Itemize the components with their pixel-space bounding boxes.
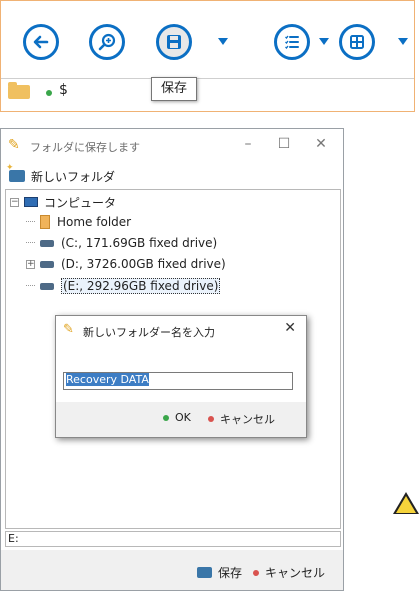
- folder-name-input[interactable]: Recovery DATA: [63, 372, 293, 390]
- tree-item-label: Home folder: [57, 215, 132, 229]
- tree-item-label: (D:, 3726.00GB fixed drive): [61, 257, 226, 271]
- back-arrow-icon: [33, 35, 49, 49]
- status-dot-icon: [46, 90, 52, 96]
- dialog-title: 新しいフォルダー名を入力: [83, 326, 215, 339]
- folder-open-icon: [197, 567, 212, 578]
- grid-icon: [350, 35, 364, 49]
- folder-name-value: Recovery DATA: [66, 373, 149, 386]
- cancel-dot-icon: [208, 416, 214, 422]
- save-icon: [167, 35, 181, 49]
- close-icon[interactable]: ✕: [284, 320, 296, 336]
- address-bar[interactable]: $: [1, 78, 414, 104]
- back-button[interactable]: [23, 24, 59, 60]
- search-icon: [98, 33, 116, 51]
- tree-item-drive-d[interactable]: + (D:, 3726.00GB fixed drive): [26, 254, 226, 274]
- save-label: 保存: [218, 566, 243, 580]
- tree-item-label: コンピュータ: [44, 195, 117, 210]
- dialog-cancel-button[interactable]: キャンセル: [208, 411, 275, 427]
- tree-item-home[interactable]: Home folder: [26, 212, 131, 232]
- tree-item-label: (C:, 171.69GB fixed drive): [61, 236, 218, 250]
- ok-label: OK: [175, 411, 191, 424]
- list-icon: [285, 35, 299, 49]
- cancel-button[interactable]: キャンセル: [253, 564, 325, 581]
- tree-item-computer[interactable]: − コンピュータ: [10, 192, 116, 212]
- grid-button[interactable]: [339, 24, 375, 60]
- app-icon: ✎: [8, 137, 20, 153]
- grid-dropdown-caret[interactable]: [398, 38, 408, 45]
- cancel-label: キャンセル: [265, 566, 326, 580]
- list-button[interactable]: [274, 24, 310, 60]
- cancel-dot-icon: [253, 569, 259, 576]
- new-folder-label: 新しいフォルダ: [31, 169, 116, 184]
- home-folder-icon: [40, 215, 50, 229]
- drive-icon: [40, 282, 54, 290]
- save-tooltip: 保存: [151, 77, 197, 101]
- title-bar: ✎ フォルダに保存します – ☐ ✕: [1, 129, 343, 161]
- window-title: フォルダに保存します: [30, 141, 140, 154]
- collapse-icon[interactable]: −: [10, 197, 19, 207]
- new-folder-dialog: ✎ 新しいフォルダー名を入力 ✕ Recovery DATA OK キャンセル: [55, 315, 307, 438]
- toolbar: $ 保存: [0, 0, 415, 112]
- computer-icon: [24, 197, 38, 207]
- tree-item-drive-c[interactable]: (C:, 171.69GB fixed drive): [26, 233, 217, 253]
- address-path: $: [59, 82, 68, 98]
- maximize-icon[interactable]: ☐: [275, 135, 293, 153]
- save-folder-window: ✎ フォルダに保存します – ☐ ✕ 新しいフォルダ − コンピュータ Home…: [0, 128, 344, 591]
- ok-dot-icon: [163, 414, 169, 421]
- app-icon: ✎: [63, 322, 74, 337]
- minimize-icon[interactable]: –: [239, 135, 257, 153]
- window-footer: 保存 キャンセル: [1, 550, 343, 590]
- path-field[interactable]: E:: [5, 531, 341, 547]
- ok-button[interactable]: OK: [163, 411, 191, 424]
- new-folder-button[interactable]: 新しいフォルダ: [6, 163, 116, 186]
- cancel-label: キャンセル: [220, 413, 275, 426]
- expand-icon[interactable]: +: [26, 259, 35, 269]
- drive-icon: [40, 239, 54, 247]
- folder-icon: [8, 82, 30, 99]
- tree-item-drive-e[interactable]: (E:, 292.96GB fixed drive): [26, 276, 221, 296]
- tree-item-label: (E:, 292.96GB fixed drive): [61, 278, 221, 294]
- search-button[interactable]: [89, 24, 125, 60]
- close-icon[interactable]: ✕: [312, 135, 330, 153]
- save-folder-button[interactable]: 保存: [197, 564, 242, 581]
- new-folder-icon: [6, 163, 25, 182]
- dialog-footer: OK キャンセル: [56, 402, 306, 437]
- list-dropdown-caret[interactable]: [319, 38, 329, 45]
- save-dropdown-caret[interactable]: [218, 38, 228, 45]
- warning-icon: [393, 492, 419, 514]
- save-button[interactable]: [156, 24, 192, 60]
- drive-icon: [40, 260, 54, 268]
